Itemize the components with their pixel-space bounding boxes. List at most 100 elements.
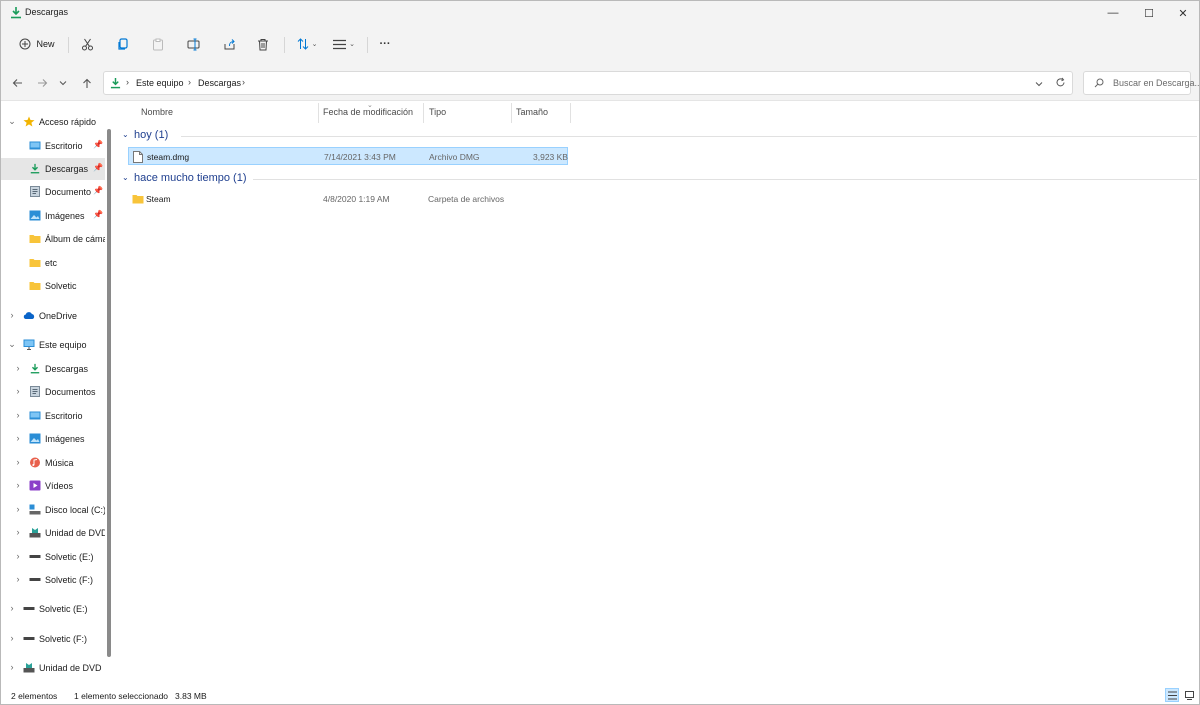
maximize-button[interactable]: ☐	[1131, 1, 1167, 25]
chevron-right-icon[interactable]: ›	[13, 433, 23, 443]
group-header-hoy[interactable]: hoy (1)	[134, 129, 168, 141]
chevron-right-icon[interactable]: ›	[13, 410, 23, 420]
column-divider[interactable]	[318, 103, 319, 123]
group-header-hace-mucho-tiempo[interactable]: hace mucho tiempo (1)	[134, 172, 247, 184]
sidebar-item-pc-escritorio[interactable]: › Escritorio	[1, 405, 105, 427]
breadcrumb-este-equipo[interactable]: Este equipo	[136, 78, 184, 88]
large-icons-view-button[interactable]	[1182, 688, 1196, 702]
sidebar-item-documento[interactable]: Documento 📌	[1, 181, 105, 203]
sidebar-item-pc-unidad-dvd[interactable]: › Unidad de DVD	[1, 522, 106, 544]
sidebar-item-onedrive[interactable]: › OneDrive	[1, 305, 105, 327]
chevron-right-icon[interactable]: ›	[13, 527, 23, 537]
folder-icon	[29, 235, 41, 243]
chevron-down-icon[interactable]: ⌄	[7, 116, 17, 127]
sidebar-item-este-equipo[interactable]: ⌄ Este equipo	[1, 334, 105, 356]
cut-button[interactable]	[77, 32, 97, 56]
search-input[interactable]: Buscar en Descarga...	[1113, 78, 1200, 88]
sidebar-item-pc-solvetic-f[interactable]: › Solvetic (F:)	[1, 569, 105, 591]
address-bar[interactable]: › Este equipo › Descargas ›	[103, 71, 1073, 95]
back-button[interactable]	[9, 75, 25, 91]
chevron-right-icon: ›	[188, 77, 191, 87]
sidebar-item-etc[interactable]: etc	[1, 252, 105, 274]
chevron-down-icon[interactable]: ⌄	[122, 130, 129, 139]
sidebar-item-pc-descargas[interactable]: › Descargas	[1, 358, 105, 380]
sidebar-label: Música	[45, 458, 74, 468]
column-header-type[interactable]: Tipo	[429, 107, 446, 121]
chevron-right-icon[interactable]: ›	[7, 603, 17, 613]
chevron-down-icon[interactable]: ⌄	[122, 173, 129, 182]
pin-icon: 📌	[93, 186, 103, 195]
chevron-right-icon[interactable]: ›	[13, 480, 23, 490]
pictures-icon	[29, 433, 41, 444]
address-history-button[interactable]	[1032, 76, 1046, 90]
chevron-right-icon[interactable]: ›	[13, 574, 23, 584]
column-divider[interactable]	[423, 103, 424, 123]
sidebar-item-pc-disco-local[interactable]: › Disco local (C:)	[1, 499, 106, 521]
sort-button[interactable]: ⌄	[293, 32, 321, 56]
sidebar-item-pc-imagenes[interactable]: › Imágenes	[1, 428, 105, 450]
column-divider[interactable]	[511, 103, 512, 123]
refresh-button[interactable]	[1054, 76, 1068, 90]
close-button[interactable]: ✕	[1165, 1, 1200, 25]
new-button[interactable]: New	[13, 32, 61, 56]
navigation-pane: ⌄ Acceso rápido Escritorio 📌 Descargas 📌…	[1, 101, 113, 686]
sidebar-item-pc-videos[interactable]: › Vídeos	[1, 475, 105, 497]
sidebar-item-pc-musica[interactable]: › Música	[1, 452, 105, 474]
chevron-right-icon[interactable]: ›	[7, 310, 17, 320]
view-button[interactable]: ⌄	[329, 32, 359, 56]
rename-button[interactable]	[183, 32, 203, 56]
breadcrumb-descargas[interactable]: Descargas	[198, 78, 241, 88]
sidebar-label: Solvetic (F:)	[45, 575, 94, 585]
sidebar-scrollbar[interactable]	[107, 129, 111, 657]
selection-count: 1 elemento seleccionado	[74, 691, 169, 701]
copy-button[interactable]	[113, 32, 133, 56]
share-button[interactable]	[219, 32, 239, 56]
search-icon	[1094, 78, 1104, 88]
sidebar-label: Disco local (C:)	[45, 505, 105, 515]
sidebar-item-solvetic[interactable]: Solvetic	[1, 275, 105, 297]
recent-locations-button[interactable]	[57, 75, 69, 91]
chevron-right-icon[interactable]: ›	[13, 551, 23, 561]
sidebar-label: Descargas	[45, 164, 89, 174]
column-header-size[interactable]: Tamaño	[516, 107, 548, 121]
forward-button[interactable]	[34, 75, 50, 91]
chevron-right-icon[interactable]: ›	[13, 504, 23, 514]
chevron-right-icon[interactable]: ›	[13, 363, 23, 373]
arrow-up-icon	[83, 78, 91, 88]
details-view-button[interactable]	[1165, 688, 1179, 702]
column-header-name[interactable]: Nombre	[141, 107, 173, 121]
sidebar-label: Documentos	[45, 387, 96, 397]
chevron-down-icon[interactable]: ⌄	[7, 339, 17, 350]
window-title: Descargas	[25, 7, 69, 17]
paste-button[interactable]	[148, 32, 168, 56]
sidebar-item-imagenes[interactable]: Imágenes 📌	[1, 205, 105, 227]
file-row[interactable]: Steam 4/8/2020 1:19 AM Carpeta de archiv…	[128, 190, 568, 208]
up-button[interactable]	[79, 75, 95, 91]
chevron-right-icon[interactable]: ›	[7, 662, 17, 672]
arrow-left-icon	[12, 79, 22, 87]
delete-button[interactable]	[253, 32, 273, 56]
sidebar-item-pc-documentos[interactable]: › Documentos	[1, 381, 105, 403]
sidebar-label: Imágenes	[45, 211, 85, 221]
column-divider[interactable]	[570, 103, 571, 123]
sidebar-item-escritorio[interactable]: Escritorio 📌	[1, 135, 105, 157]
chevron-right-icon[interactable]: ›	[13, 386, 23, 396]
copy-icon	[118, 37, 128, 50]
minimize-button[interactable]: —	[1095, 1, 1131, 25]
chevron-right-icon[interactable]: ›	[7, 633, 17, 643]
sidebar-item-solvetic-e[interactable]: › Solvetic (E:)	[1, 598, 105, 620]
chevron-right-icon[interactable]: ›	[13, 457, 23, 467]
file-row[interactable]: steam.dmg 7/14/2021 3:43 PM Archivo DMG …	[128, 147, 568, 165]
sidebar-item-descargas[interactable]: Descargas 📌	[1, 158, 105, 180]
file-name: steam.dmg	[147, 152, 190, 162]
sidebar-item-unidad-dvd[interactable]: › Unidad de DVD (	[1, 657, 105, 679]
column-header-date[interactable]: Fecha de modificación	[323, 107, 413, 121]
sidebar-item-pc-solvetic-e[interactable]: › Solvetic (E:)	[1, 546, 105, 568]
sidebar-item-acceso-rapido[interactable]: ⌄ Acceso rápido	[1, 111, 105, 133]
usb-drive-icon	[23, 607, 35, 610]
sidebar-item-solvetic-f[interactable]: › Solvetic (F:)	[1, 628, 105, 650]
more-options-button[interactable]: ···	[375, 32, 395, 56]
sidebar-item-album-de-camara[interactable]: Álbum de cáma	[1, 228, 105, 250]
file-list: Nombre ⌄ Fecha de modificación Tipo Tama…	[119, 101, 1199, 686]
search-box[interactable]: Buscar en Descarga...	[1083, 71, 1200, 95]
